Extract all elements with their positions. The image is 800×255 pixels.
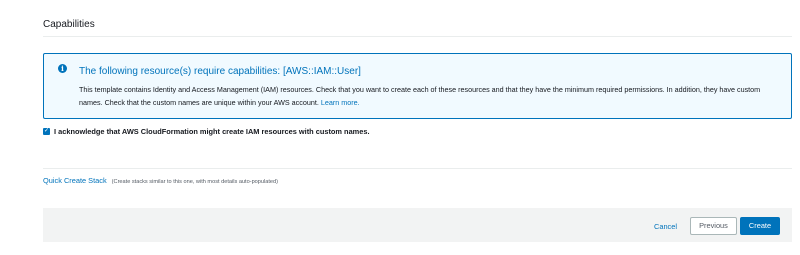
learn-more-link[interactable]: Learn more. (321, 98, 360, 107)
info-icon: i (58, 64, 67, 73)
page: Capabilities i The following resource(s)… (0, 0, 800, 255)
quick-create-row: Quick Create Stack (Create stacks simila… (43, 176, 278, 185)
acknowledge-row[interactable]: ✓ I acknowledge that AWS CloudFormation … (43, 127, 370, 136)
capabilities-alert: i The following resource(s) require capa… (43, 53, 792, 119)
cancel-button[interactable]: Cancel (654, 222, 677, 231)
quick-create-note: (Create stacks similar to this one, with… (111, 179, 279, 185)
footer-bar (43, 208, 792, 242)
quick-create-stack-link[interactable]: Quick Create Stack (43, 176, 107, 185)
acknowledge-checkbox[interactable]: ✓ (43, 128, 50, 135)
section-divider-2 (43, 168, 792, 169)
section-title: Capabilities (43, 19, 95, 30)
create-button[interactable]: Create (740, 217, 780, 235)
acknowledge-label[interactable]: I acknowledge that AWS CloudFormation mi… (54, 127, 370, 136)
alert-title: The following resource(s) require capabi… (79, 66, 361, 77)
previous-button[interactable]: Previous (690, 217, 737, 235)
section-divider (43, 36, 792, 37)
alert-body-text: This template contains Identity and Acce… (79, 85, 761, 107)
alert-body: This template contains Identity and Acce… (79, 84, 779, 109)
